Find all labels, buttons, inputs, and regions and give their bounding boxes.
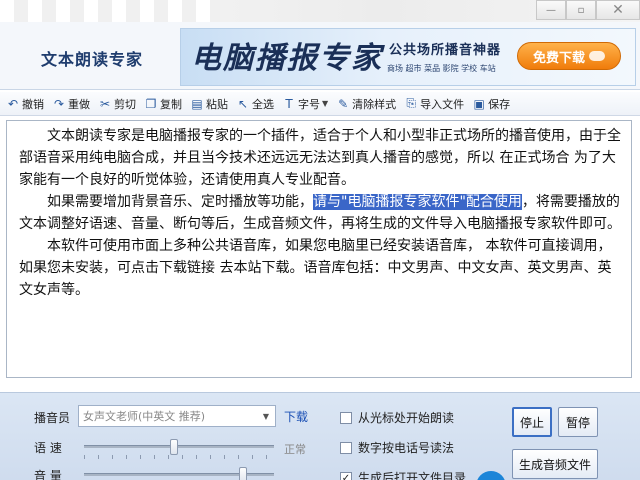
selected-text: 请与"电脑播报专家软件"配合使用 xyxy=(313,194,522,210)
clear-style-label: 清除样式 xyxy=(352,97,397,111)
checkbox-box[interactable] xyxy=(340,441,352,454)
ad-tags: 商场 超市 菜品 影院 学校 车站 xyxy=(387,64,496,73)
save-button[interactable]: ▣ 保存 xyxy=(472,94,510,114)
undo-button[interactable]: ↶ 撤销 xyxy=(6,94,44,114)
voice-select[interactable]: 女声文老师(中英文 推荐) ▼ xyxy=(78,405,276,427)
paste-label: 粘贴 xyxy=(206,97,228,111)
import-file-button[interactable]: ⎘ 导入文件 xyxy=(404,94,464,114)
clear-style-button[interactable]: ✎ 清除样式 xyxy=(336,94,396,114)
paste-button[interactable]: ▤ 粘贴 xyxy=(190,94,228,114)
toolbar: ↶ 撤销 ↷ 重做 ✂ 剪切 ❐ 复制 ▤ 粘贴 ↖ 全选 T 字号 ▼ ✎ 清… xyxy=(0,92,640,116)
cut-button[interactable]: ✂ 剪切 xyxy=(98,94,136,114)
window-controls: — ▫ ✕ xyxy=(536,0,640,20)
control-panel: 播音员 女声文老师(中英文 推荐) ▼ 下载 语 速 正常 音 量 从光标处开始… xyxy=(0,392,640,480)
volume-slider-thumb[interactable] xyxy=(239,467,247,480)
chevron-down-icon: ▼ xyxy=(262,411,270,421)
select-all-button[interactable]: ↖ 全选 xyxy=(236,94,274,114)
restore-button[interactable]: ▫ xyxy=(566,0,596,20)
app-title: 文本朗读专家 xyxy=(40,50,143,69)
speed-hint: 正常 xyxy=(284,443,306,456)
paragraph-2-start: 如果需要增加背景音乐、定时播放等功能， xyxy=(47,194,313,210)
copy-label: 复制 xyxy=(160,97,182,111)
save-icon: ▣ xyxy=(473,96,485,111)
cursor-icon: ↖ xyxy=(237,96,249,111)
stop-button[interactable]: 停止 xyxy=(512,407,552,437)
close-button[interactable]: ✕ xyxy=(596,0,640,20)
free-download-button[interactable]: 免费下载 xyxy=(517,42,621,70)
volume-label: 音 量 xyxy=(34,469,62,480)
volume-slider[interactable] xyxy=(84,467,274,480)
minimize-icon: — xyxy=(546,4,556,16)
ad-banner[interactable]: 电脑播报专家 公共场所播音神器 商场 超市 菜品 影院 学校 车站 免费下载 xyxy=(180,28,636,86)
close-icon: ✕ xyxy=(612,2,624,18)
font-size-label: 字号 xyxy=(298,97,320,111)
checkbox-box[interactable] xyxy=(340,411,352,424)
minimize-button[interactable]: — xyxy=(536,0,566,20)
save-label: 保存 xyxy=(488,97,511,111)
select-all-label: 全选 xyxy=(252,97,274,111)
speed-slider[interactable] xyxy=(84,439,274,455)
title-bar[interactable]: — ▫ ✕ xyxy=(0,0,640,22)
voice-label: 播音员 xyxy=(34,411,71,425)
read-from-cursor-label: 从光标处开始朗读 xyxy=(358,411,455,425)
scissors-icon: ✂ xyxy=(99,96,111,111)
import-file-label: 导入文件 xyxy=(420,97,465,111)
text-editor[interactable]: 文本朗读专家是电脑播报专家的一个插件，适合于个人和小型非正式场所的播音使用，由于… xyxy=(6,120,632,378)
app-title-area: 文本朗读专家 xyxy=(8,32,176,84)
generate-audio-label: 生成音频文件 xyxy=(518,457,591,472)
paragraph-3: 本软件可使用市面上多种公共语音库，如果您电脑里已经安装语音库， 本软件可直接调用… xyxy=(19,238,612,298)
ad-subtitle: 公共场所播音神器 xyxy=(389,43,502,58)
undo-label: 撤销 xyxy=(22,97,44,111)
generate-audio-button[interactable]: 生成音频文件 xyxy=(512,449,598,479)
title-bar-pattern xyxy=(0,0,220,22)
pause-button[interactable]: 暂停 xyxy=(558,407,598,437)
font-size-icon: T xyxy=(285,96,293,111)
cut-label: 剪切 xyxy=(114,97,136,111)
restore-icon: ▫ xyxy=(577,4,585,16)
speed-slider-ticks xyxy=(84,455,274,459)
cloud-icon xyxy=(589,51,605,61)
free-download-label: 免费下载 xyxy=(532,50,585,66)
paragraph-1: 文本朗读专家是电脑播报专家的一个插件，适合于个人和小型非正式场所的播音使用，由于… xyxy=(19,128,621,188)
open-folder-checkbox[interactable]: ✓ 生成后打开文件目录 xyxy=(340,469,466,480)
chevron-down-icon: ▼ xyxy=(322,99,329,108)
redo-icon: ↷ xyxy=(53,96,65,111)
editor-content[interactable]: 文本朗读专家是电脑播报专家的一个插件，适合于个人和小型非正式场所的播音使用，由于… xyxy=(7,121,631,301)
copy-icon: ❐ xyxy=(145,96,157,111)
download-voice-link[interactable]: 下载 xyxy=(284,408,308,425)
read-from-cursor-checkbox[interactable]: 从光标处开始朗读 xyxy=(340,409,454,426)
speed-slider-thumb[interactable] xyxy=(170,439,178,455)
voice-value: 女声文老师(中英文 推荐) xyxy=(83,410,206,423)
ad-title: 电脑播报专家 xyxy=(191,41,383,76)
redo-label: 重做 xyxy=(68,97,90,111)
phone-number-label: 数字按电话号读法 xyxy=(358,441,455,455)
speed-label: 语 速 xyxy=(34,441,62,455)
phone-number-checkbox[interactable]: 数字按电话号读法 xyxy=(340,439,454,456)
brush-icon: ✎ xyxy=(338,96,349,111)
import-icon: ⎘ xyxy=(406,96,416,110)
copy-button[interactable]: ❐ 复制 xyxy=(144,94,182,114)
pause-label: 暂停 xyxy=(565,415,590,430)
checkbox-box[interactable]: ✓ xyxy=(340,471,352,480)
banner: 文本朗读专家 电脑播报专家 公共场所播音神器 商场 超市 菜品 影院 学校 车站… xyxy=(0,22,640,90)
paste-icon: ▤ xyxy=(191,96,203,111)
redo-button[interactable]: ↷ 重做 xyxy=(52,94,90,114)
undo-icon: ↶ xyxy=(7,96,19,111)
stop-label: 停止 xyxy=(519,415,544,430)
paragraph-2: 如果需要增加背景音乐、定时播放等功能，请与"电脑播报专家软件"配合使用，将需要播… xyxy=(19,191,623,235)
open-folder-label: 生成后打开文件目录 xyxy=(358,471,467,480)
font-size-dropdown[interactable]: T 字号 ▼ xyxy=(282,94,328,114)
status-orb-icon xyxy=(476,471,506,480)
